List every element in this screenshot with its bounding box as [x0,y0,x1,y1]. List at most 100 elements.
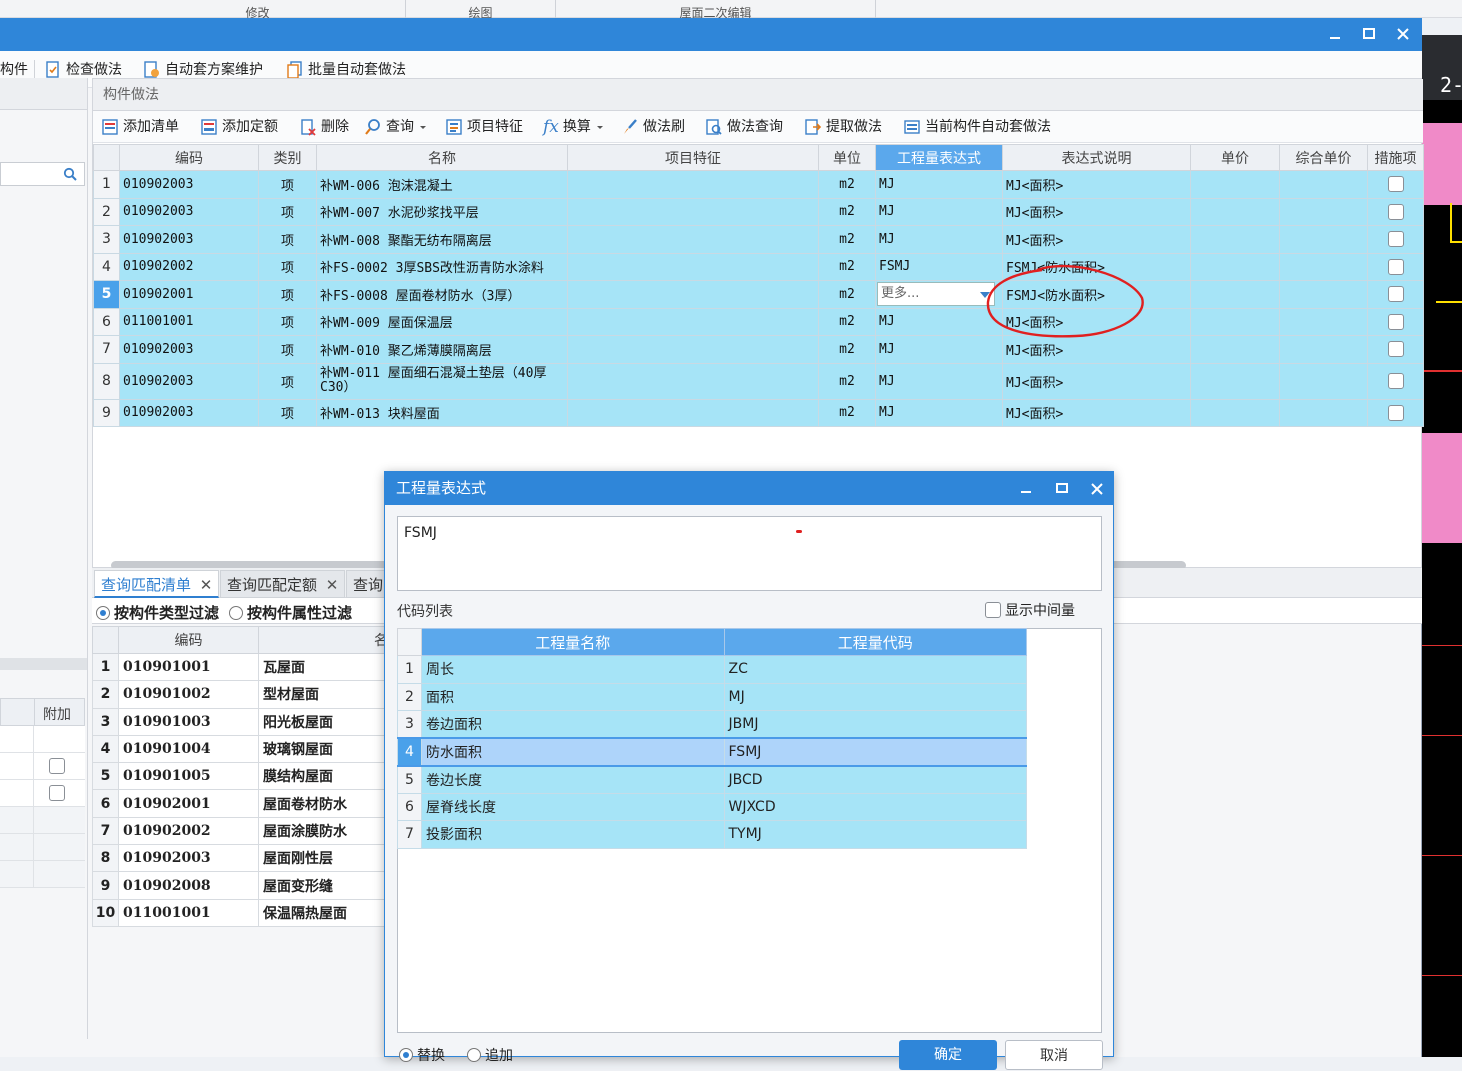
replace-radio[interactable]: 替换 [399,1045,445,1065]
name-cell[interactable]: 补WM-010 聚乙烯薄膜隔离层 [316,335,568,364]
quantity-name-cell[interactable]: 面积 [421,682,725,711]
total-price-cell[interactable] [1279,225,1368,254]
table-row[interactable]: 6 屋脊线长度 WJXCD [396,792,1027,821]
code-cell[interactable]: 010901005 [118,762,259,791]
table-row[interactable]: 4 010902002 项 补FS-0002 3厚SBS改性沥青防水涂料 m2 … [93,252,1424,281]
table-row[interactable]: 8 010902003 项 补WM-011 屋面细石混凝土垫层（40厚C30） … [93,362,1424,400]
code-cell[interactable]: 010901001 [118,652,259,682]
name-cell[interactable]: 补WM-006 泡沫混凝土 [316,170,568,199]
code-cell[interactable]: 011001001 [118,898,259,927]
unit-cell[interactable]: m2 [818,362,876,400]
code-cell[interactable]: 010902003 [118,844,259,873]
cancel-button[interactable]: 取消 [1005,1040,1103,1070]
total-price-cell[interactable] [1279,307,1368,336]
code-cell[interactable]: 010901003 [118,707,259,736]
code-cell[interactable]: 010901002 [118,680,259,709]
price-cell[interactable] [1190,170,1280,199]
unit-cell[interactable]: m2 [818,335,876,364]
type-cell[interactable]: 项 [258,197,317,226]
table-row[interactable]: 7 投影面积 TYMJ [396,820,1027,849]
quantity-code-cell[interactable]: MJ [723,682,1027,711]
maximize-icon[interactable] [1053,480,1071,498]
convert-button[interactable]: fx 换算 [543,116,605,138]
table-row[interactable]: 6 011001001 项 补WM-009 屋面保温层 m2 MJ MJ<面积> [93,307,1424,336]
total-price-cell[interactable] [1279,170,1368,199]
price-cell[interactable] [1190,398,1280,427]
name-cell[interactable]: 型材屋面 [258,680,393,709]
feature-cell[interactable] [567,335,819,364]
table-row[interactable]: 7 010902002 屋面涂膜防水 [92,816,393,846]
name-cell[interactable]: 屋面卷材防水 [258,789,393,818]
table-row[interactable]: 2 面积 MJ [396,682,1027,711]
quantity-name-cell[interactable]: 屋脊线长度 [421,792,725,821]
name-cell[interactable]: 补FS-0008 屋面卷材防水（3厚） [316,280,568,309]
code-cell[interactable]: 010902003 [119,335,259,364]
measure-checkbox[interactable] [1387,286,1404,303]
table-row[interactable]: 7 010902003 项 补WM-010 聚乙烯薄膜隔离层 m2 MJ MJ<… [93,335,1424,364]
measure-checkbox[interactable] [1387,313,1404,330]
measure-checkbox[interactable] [1387,258,1404,275]
table-row[interactable]: 4 010901004 玻璃钢屋面 [92,734,393,764]
feature-cell[interactable] [567,197,819,226]
column-header[interactable]: 项目特征 [567,144,819,171]
type-cell[interactable]: 项 [258,362,317,400]
table-row-selected[interactable]: 4 防水面积 FSMJ [396,737,1027,767]
quantity-name-cell[interactable]: 卷边长度 [421,765,725,794]
table-row[interactable]: 6 010902001 屋面卷材防水 [92,789,393,818]
name-cell[interactable]: 玻璃钢屋面 [258,734,393,764]
feature-cell[interactable] [567,362,819,400]
type-cell[interactable]: 项 [258,280,317,309]
feature-cell[interactable] [567,252,819,281]
code-cell[interactable]: 010902003 [119,170,259,199]
add-quota-button[interactable]: 添加定额 [200,116,278,138]
method-brush-button[interactable]: 做法刷 [621,116,685,138]
column-header[interactable]: 编码 [118,626,259,654]
close-icon[interactable]: ✕ [326,576,339,594]
unit-cell[interactable]: m2 [818,170,876,199]
table-row[interactable]: 1 010902003 项 补WM-006 泡沫混凝土 m2 MJ MJ<面积> [93,170,1424,199]
name-cell[interactable]: 屋面涂膜防水 [258,816,393,846]
price-cell[interactable] [1190,225,1280,254]
unit-cell[interactable]: m2 [818,225,876,254]
type-cell[interactable]: 项 [258,225,317,254]
code-cell[interactable]: 010902008 [118,871,259,900]
ribbon-tab-modify[interactable]: 修改 [110,0,406,18]
tab-query-match-quota[interactable]: 查询匹配定额 ✕ [220,570,346,598]
total-price-cell[interactable] [1279,197,1368,226]
table-row[interactable]: 9 010902008 屋面变形缝 [92,871,393,900]
measure-checkbox[interactable] [1387,404,1404,421]
measure-checkbox[interactable] [1387,176,1404,193]
table-row[interactable]: 3 010902003 项 补WM-008 聚酯无纺布隔离层 m2 MJ MJ<… [93,225,1424,254]
price-cell[interactable] [1190,362,1280,400]
expression-cell[interactable]: MJ [875,170,1003,199]
price-cell[interactable] [1190,307,1280,336]
add-list-button[interactable]: 添加清单 [101,116,179,138]
code-cell[interactable]: 010902001 [119,280,259,309]
code-cell[interactable]: 010902003 [119,362,259,400]
price-cell[interactable] [1190,280,1280,309]
name-cell[interactable]: 补WM-007 水泥砂浆找平层 [316,197,568,226]
measure-cell[interactable] [1367,170,1424,199]
table-row-selected[interactable]: 5 010902001 项 补FS-0008 屋面卷材防水（3厚） m2 更多.… [93,280,1424,309]
column-header[interactable]: 名称 [316,144,568,171]
table-row[interactable]: 10 011001001 保温隔热屋面 [92,898,393,927]
tab-query[interactable]: 查询 [346,570,386,598]
current-auto-method-button[interactable]: 当前构件自动套做法 [903,116,1051,138]
price-cell[interactable] [1190,252,1280,281]
measure-checkbox[interactable] [1387,231,1404,248]
total-price-cell[interactable] [1279,335,1368,364]
expression-more-dropdown[interactable]: 更多... [877,282,995,307]
attach-checkbox[interactable] [49,785,65,801]
unit-cell[interactable]: m2 [818,280,876,309]
measure-cell[interactable] [1367,225,1424,254]
total-price-cell[interactable] [1279,398,1368,427]
tab-query-match-list[interactable]: 查询匹配清单 ✕ [94,570,220,598]
quantity-name-cell[interactable]: 投影面积 [421,820,725,849]
unit-cell[interactable]: m2 [818,252,876,281]
measure-cell[interactable] [1367,398,1424,427]
feature-cell[interactable] [567,225,819,254]
item-feature-button[interactable]: 项目特征 [445,116,523,138]
feature-cell[interactable] [567,280,819,309]
column-header[interactable]: 工程量名称 [421,628,725,656]
append-radio[interactable]: 追加 [467,1045,513,1065]
